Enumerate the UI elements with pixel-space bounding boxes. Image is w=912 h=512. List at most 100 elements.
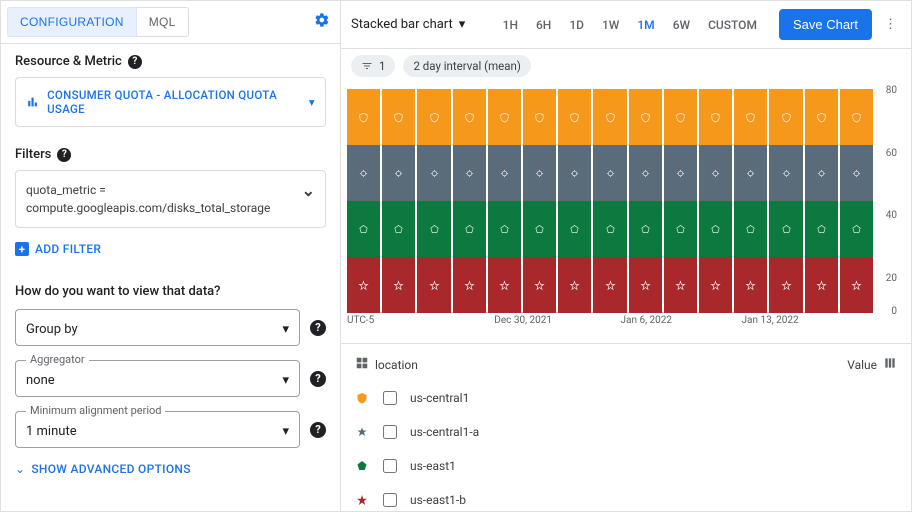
tab-bar: CONFIGURATION MQL xyxy=(1,1,340,44)
range-1m[interactable]: 1M xyxy=(637,18,654,32)
stacked-bar xyxy=(417,89,450,313)
stacked-bar xyxy=(699,89,732,313)
interval-chip[interactable]: 2 day interval (mean) xyxy=(403,55,530,77)
add-filter-label: ADD FILTER xyxy=(35,242,101,256)
bar-segment xyxy=(699,89,732,145)
bar-segment xyxy=(664,145,697,201)
range-6w[interactable]: 6W xyxy=(673,18,690,32)
bar-segment xyxy=(558,89,591,145)
interval-label: 2 day interval (mean) xyxy=(413,59,520,73)
filter-expression[interactable]: quota_metric = compute.googleapis.com/di… xyxy=(15,170,326,228)
tab-configuration[interactable]: CONFIGURATION xyxy=(7,7,137,37)
help-icon[interactable]: ? xyxy=(310,371,326,387)
bar-segment xyxy=(769,201,802,257)
bar-segment xyxy=(734,89,767,145)
range-1h[interactable]: 1H xyxy=(503,18,518,32)
help-icon[interactable]: ? xyxy=(310,320,326,336)
bar-segment xyxy=(805,257,838,313)
bar-segment xyxy=(558,257,591,313)
plus-icon: + xyxy=(15,242,29,256)
range-6h[interactable]: 6H xyxy=(536,18,551,32)
legend-checkbox[interactable] xyxy=(383,391,397,405)
bar-segment xyxy=(523,257,556,313)
legend-label: us-east1 xyxy=(410,459,456,473)
series-icon xyxy=(355,460,369,472)
help-icon[interactable]: ? xyxy=(128,55,142,69)
bar-segment xyxy=(453,201,486,257)
range-1w[interactable]: 1W xyxy=(602,18,619,32)
legend-col-location: location xyxy=(375,358,418,372)
bar-segment xyxy=(488,201,521,257)
bar-segment xyxy=(593,89,626,145)
bar-segment xyxy=(417,257,450,313)
stacked-bar xyxy=(558,89,591,313)
bar-segment xyxy=(769,89,802,145)
bar-segment xyxy=(488,89,521,145)
legend-col-value: Value xyxy=(847,358,877,372)
legend-table: location Value us-central1 xyxy=(341,343,911,512)
metric-selector[interactable]: CONSUMER QUOTA - ALLOCATION QUOTA USAGE … xyxy=(15,77,326,127)
range-custom[interactable]: CUSTOM xyxy=(708,18,757,32)
chevron-down-icon: ▾ xyxy=(282,373,289,388)
bar-segment xyxy=(699,145,732,201)
x-axis: UTC-5 Dec 30, 2021 Jan 6, 2022 Jan 13, 2… xyxy=(347,315,873,335)
gear-icon[interactable] xyxy=(310,8,334,36)
legend-checkbox[interactable] xyxy=(383,425,397,439)
range-1d[interactable]: 1D xyxy=(569,18,584,32)
bar-segment xyxy=(734,201,767,257)
chart-type-label: Stacked bar chart xyxy=(351,17,453,32)
legend-checkbox[interactable] xyxy=(383,459,397,473)
legend-checkbox[interactable] xyxy=(383,493,397,507)
filters-heading: Filters xyxy=(15,147,51,162)
bar-segment xyxy=(347,201,380,257)
chevron-down-icon: ▾ xyxy=(282,424,289,439)
bar-segment xyxy=(523,145,556,201)
y-tick: 0 xyxy=(891,306,897,317)
stacked-bar xyxy=(664,89,697,313)
bar-segment xyxy=(347,257,380,313)
timezone-label: UTC-5 xyxy=(347,315,374,326)
chevron-down-icon: ▾ xyxy=(282,322,289,337)
chart-area: 80 60 40 20 0 UTC-5 Dec 30, 2021 Jan 6, … xyxy=(341,83,911,335)
chart-type-select[interactable]: Stacked bar chart ▾ xyxy=(351,17,465,32)
aggregator-value: none xyxy=(26,373,55,388)
bar-segment xyxy=(417,145,450,201)
columns-icon[interactable] xyxy=(883,356,897,373)
x-tick: Jan 6, 2022 xyxy=(621,315,673,326)
filter-count-chip[interactable]: 1 xyxy=(351,55,395,77)
bar-segment xyxy=(629,201,662,257)
bar-segment xyxy=(664,257,697,313)
bar-segment xyxy=(347,145,380,201)
filters-section: Filters ? quota_metric = compute.googlea… xyxy=(1,137,340,270)
save-chart-button[interactable]: Save Chart xyxy=(779,9,872,40)
help-icon[interactable]: ? xyxy=(57,148,71,162)
min-alignment-select[interactable]: Minimum alignment period 1 minute ▾ xyxy=(15,411,300,448)
tab-mql[interactable]: MQL xyxy=(137,7,189,37)
legend-header: location Value xyxy=(355,348,897,381)
show-advanced-link[interactable]: ⌄ SHOW ADVANCED OPTIONS xyxy=(15,462,326,476)
stacked-bar xyxy=(347,89,380,313)
metric-selector-label: CONSUMER QUOTA - ALLOCATION QUOTA USAGE xyxy=(47,88,301,116)
minperiod-caption: Minimum alignment period xyxy=(26,404,165,417)
bar-segment xyxy=(805,201,838,257)
bar-segment xyxy=(769,257,802,313)
help-icon[interactable]: ? xyxy=(310,422,326,438)
chevron-down-icon: ⌄ xyxy=(302,181,315,200)
bar-segment xyxy=(734,257,767,313)
add-filter-button[interactable]: + ADD FILTER xyxy=(15,238,326,260)
series-icon xyxy=(355,426,369,438)
stacked-bar xyxy=(382,89,415,313)
chart-toolbar: 1 2 day interval (mean) xyxy=(341,49,911,83)
y-tick: 80 xyxy=(886,85,897,96)
bar-segment xyxy=(840,145,873,201)
x-tick: Jan 13, 2022 xyxy=(742,315,799,326)
groupby-select[interactable]: Group by ▾ xyxy=(15,309,300,346)
chevron-down-icon: ▾ xyxy=(459,17,466,32)
bar-segment xyxy=(453,145,486,201)
bar-segment xyxy=(840,89,873,145)
y-tick: 20 xyxy=(886,273,897,284)
more-icon[interactable]: ⋮ xyxy=(880,17,901,32)
aggregator-select[interactable]: Aggregator none ▾ xyxy=(15,360,300,397)
y-tick: 60 xyxy=(886,148,897,159)
stacked-bar xyxy=(453,89,486,313)
